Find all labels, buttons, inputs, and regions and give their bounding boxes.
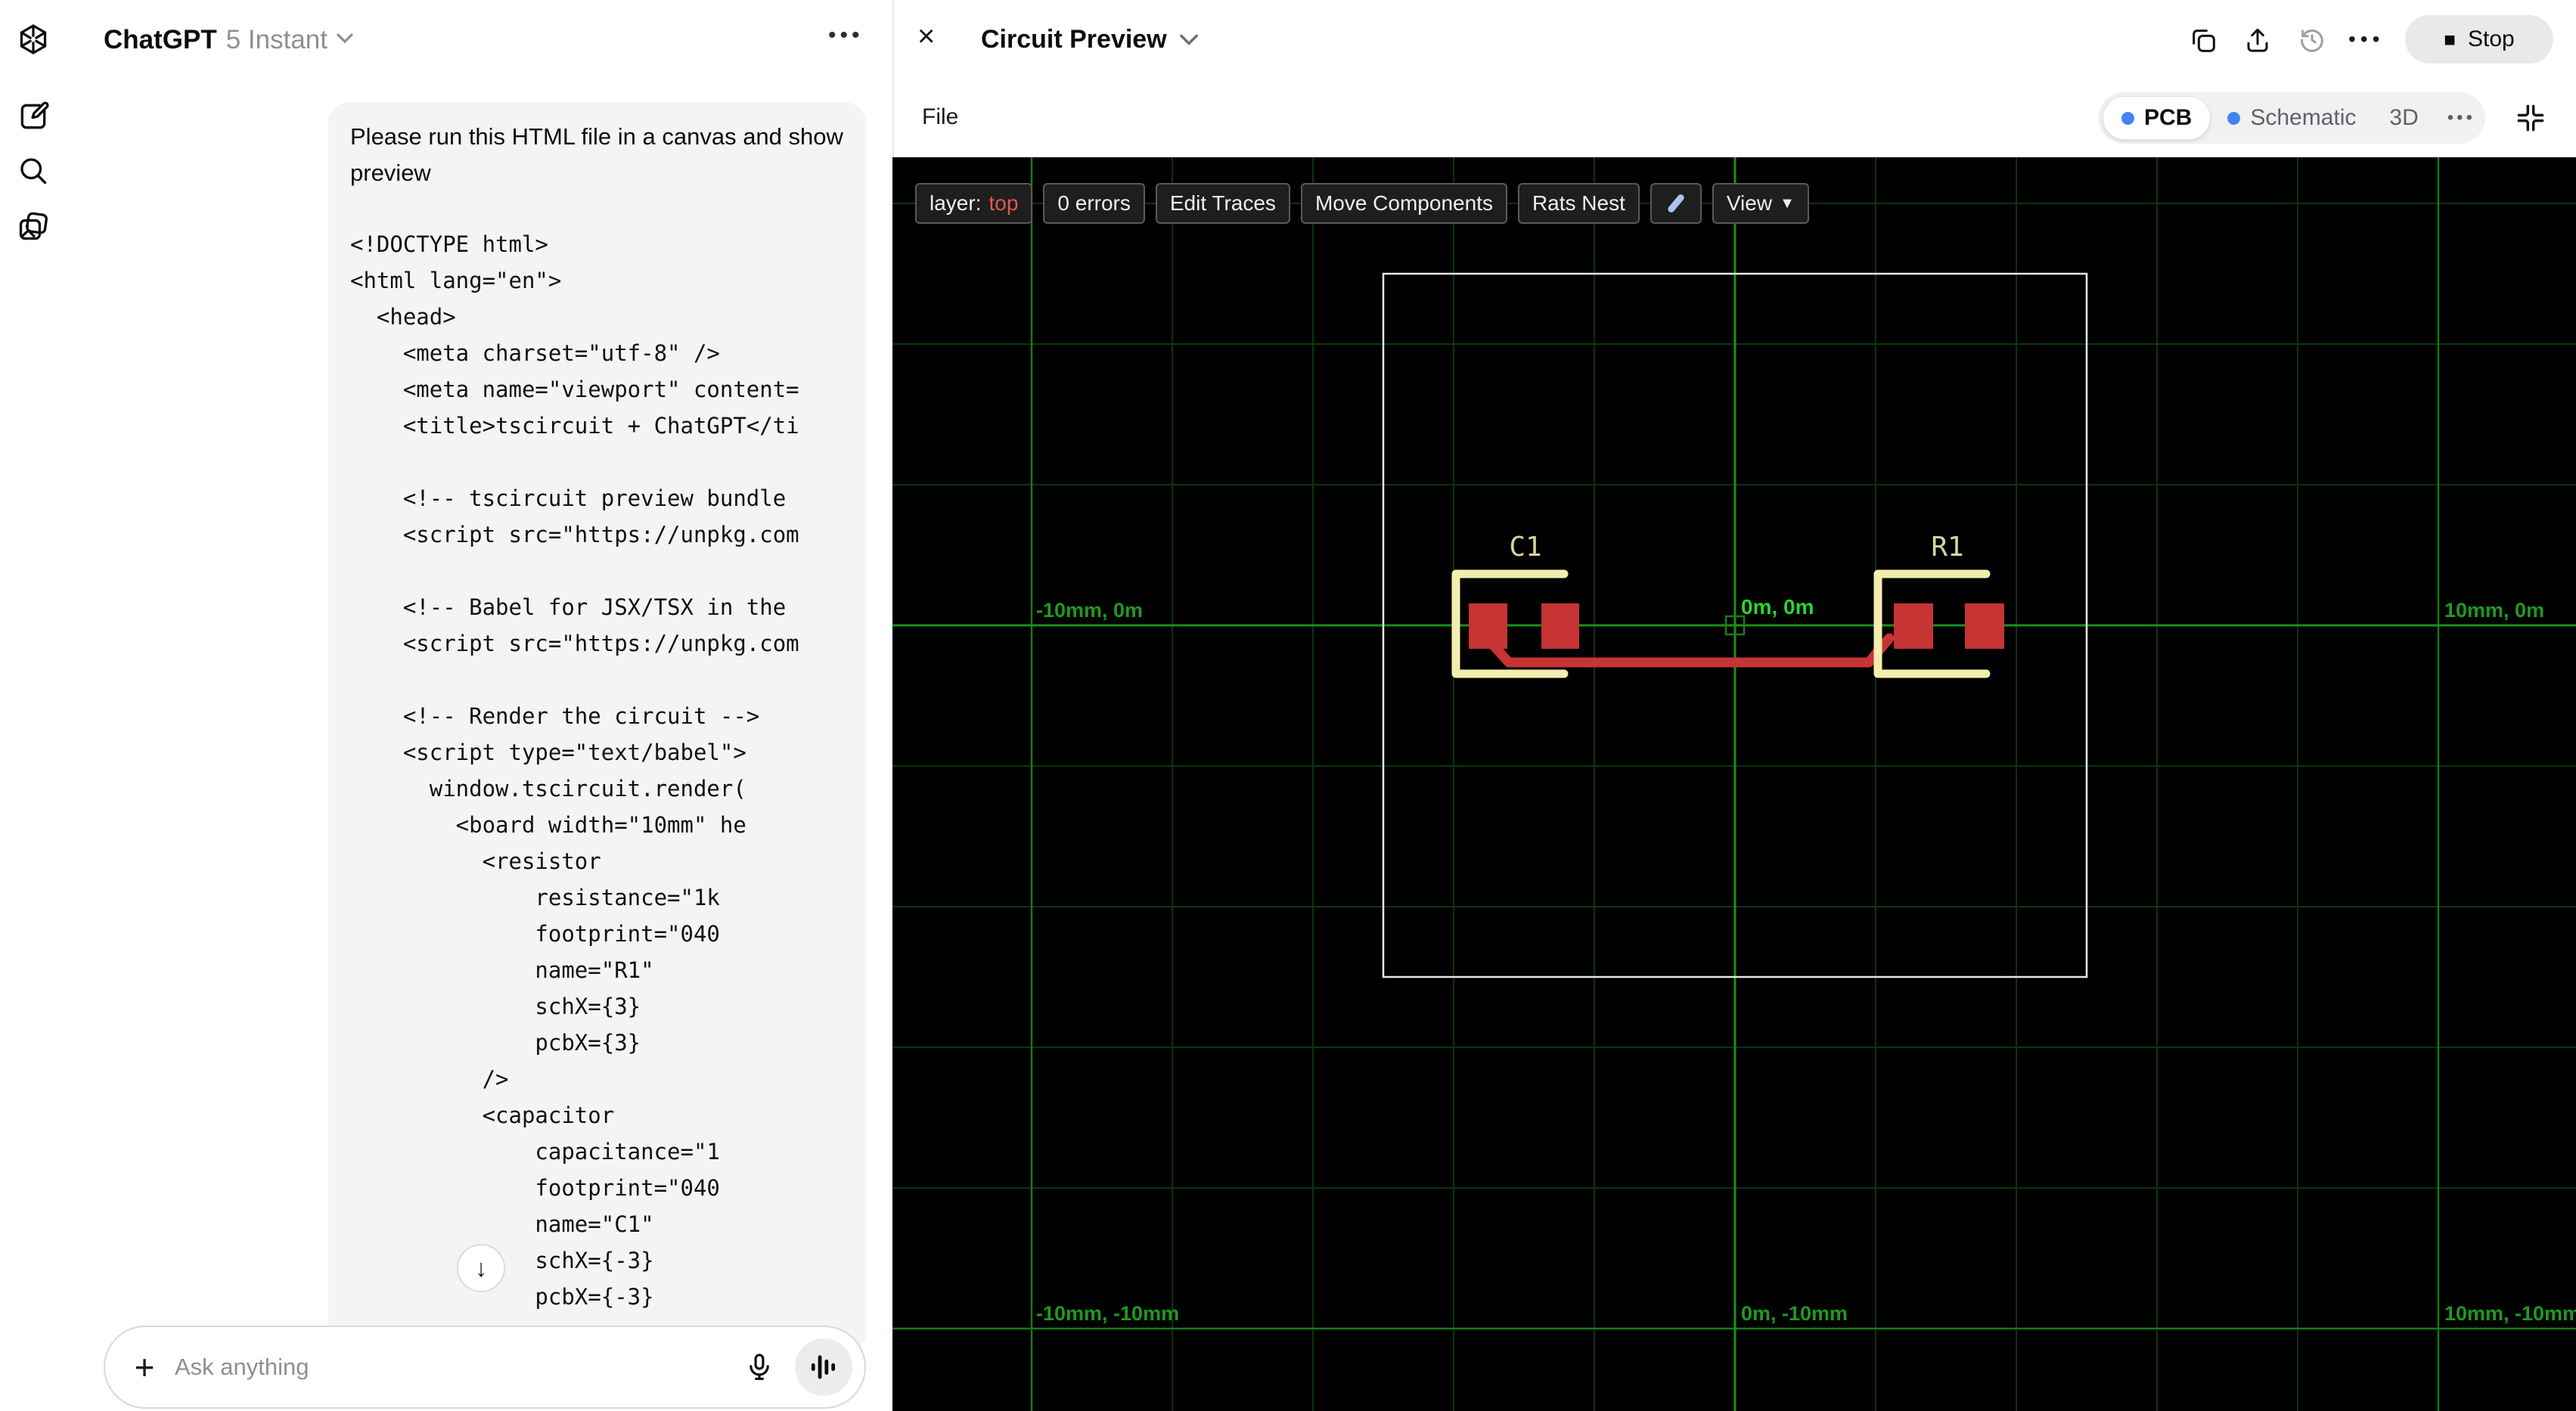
share-upload-icon[interactable] [2242,25,2273,55]
grid-label-origin: 0m, 0m [1741,595,1814,619]
rats-nest-button[interactable]: Rats Nest [1517,183,1640,224]
panel-options-ellipsis-icon[interactable]: ••• [2348,27,2384,51]
history-icon[interactable] [2297,25,2327,55]
grid-coordinate-labels: -10mm, 0m 0m, 0m 10mm, 0m -10mm, -10mm 0… [1036,595,2576,1325]
view-dropdown-button[interactable]: View ▼ [1712,183,1809,224]
stop-label: Stop [2468,26,2515,51]
openai-logo-icon[interactable] [15,21,51,57]
app-title[interactable]: ChatGPT [104,25,217,55]
edit-traces-label: Edit Traces [1169,191,1276,215]
grid-label-bottom-left: -10mm, -10mm [1036,1302,1179,1325]
chat-header: ChatGPT 5 Instant [67,0,892,80]
chat-input[interactable] [175,1354,740,1381]
layer-label: layer: [930,191,982,215]
c1-refdes-label: C1 [1509,532,1541,563]
app-window: ChatGPT 5 Instant ••• Please run this HT… [0,0,2576,1411]
library-icon[interactable] [15,209,51,245]
layer-value: top [989,191,1019,215]
c1-pad-1 [1469,603,1507,649]
c1-pad-2 [1541,603,1579,649]
layer-selector-button[interactable]: layer: top [915,183,1033,224]
tab-schematic-label: Schematic [2250,105,2357,130]
pcb-drawing: C1 R1 -10mm, 0m 0m, 0m 10mm, 0m -10mm, -… [892,157,2576,1411]
panel-divider [892,0,894,157]
grid-axis-lines [892,157,2576,1411]
close-panel-button[interactable]: × [917,20,935,54]
pencil-tool-button[interactable] [1650,183,1702,224]
search-icon[interactable] [15,153,51,189]
move-components-button[interactable]: Move Components [1300,183,1507,224]
file-menu[interactable]: File [922,104,958,130]
tab-pcb-label: PCB [2144,105,2193,130]
view-label: View [1726,191,1773,215]
waveform-icon [811,1355,836,1379]
voice-mode-button[interactable] [795,1338,852,1396]
tab-3d[interactable]: 3D [2373,105,2435,131]
stop-square-icon: ■ [2444,28,2456,51]
grid-label-bottom-center: 0m, -10mm [1741,1302,1848,1325]
collapse-fullscreen-icon[interactable] [2514,101,2547,135]
copy-icon[interactable] [2188,25,2218,55]
pcb-canvas[interactable]: C1 R1 -10mm, 0m 0m, 0m 10mm, 0m -10mm, -… [892,157,2576,1411]
move-components-label: Move Components [1314,191,1493,215]
component-R1: R1 [1873,532,2004,678]
errors-button[interactable]: 0 errors [1043,183,1145,224]
stop-button[interactable]: ■ Stop [2405,15,2553,64]
tab-pcb[interactable]: PCB [2103,96,2211,140]
grid-label-right-mid: 10mm, 0m [2444,599,2544,622]
chat-options-ellipsis-icon[interactable]: ••• [828,23,864,48]
tabs-more-ellipsis-icon[interactable]: ••• [2435,107,2488,129]
panel-title[interactable]: Circuit Preview [981,25,1167,54]
arrow-down-icon: ↓ [475,1254,487,1282]
chat-input-bar: + [104,1326,866,1409]
panel-title-chevron-down-icon[interactable] [1178,33,1200,51]
pcb-dot-icon [2121,111,2134,125]
user-code-block: <!DOCTYPE html> <html lang="en"> <head> … [350,231,799,1310]
tab-3d-label: 3D [2389,105,2419,130]
rats-nest-label: Rats Nest [1532,191,1625,215]
pcb-toolbar: layer: top 0 errors Edit Traces Move Com… [915,183,1809,224]
tab-schematic[interactable]: Schematic [2211,105,2373,131]
scroll-to-bottom-button[interactable]: ↓ [457,1244,505,1292]
errors-label: 0 errors [1057,191,1131,215]
r1-refdes-label: R1 [1931,532,1963,563]
sidebar [0,0,67,1411]
component-C1: C1 [1451,532,1579,678]
model-chevron-down-icon[interactable] [335,33,355,48]
caret-down-icon: ▼ [1780,194,1795,212]
new-chat-icon[interactable] [15,98,51,135]
r1-pad-1 [1894,603,1933,649]
r1-pad-2 [1965,603,2004,649]
pencil-icon [1668,194,1684,212]
schematic-dot-icon [2227,111,2241,125]
grid-label-bottom-right: 10mm, -10mm [2444,1302,2576,1325]
microphone-icon[interactable] [740,1348,778,1386]
grid-label-left-mid: -10mm, 0m [1036,599,1143,622]
edit-traces-button[interactable]: Edit Traces [1155,183,1290,224]
view-tabs: PCB Schematic 3D ••• [2098,92,2485,144]
user-message-text: Please run this HTML file in a canvas an… [350,123,843,186]
model-name[interactable]: 5 Instant [226,25,327,55]
user-message-bubble: Please run this HTML file in a canvas an… [328,102,866,1354]
attach-plus-icon[interactable]: + [128,1347,161,1388]
